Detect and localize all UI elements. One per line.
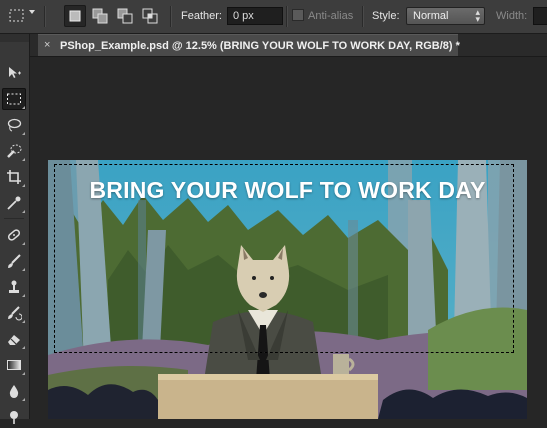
- feather-label: Feather:: [181, 10, 222, 22]
- eraser-tool[interactable]: [2, 328, 26, 350]
- tool-group-indicator: [22, 158, 25, 161]
- tool-group-indicator: [22, 132, 25, 135]
- tool-group-indicator: [22, 242, 25, 245]
- antialias-checkbox[interactable]: [292, 9, 304, 21]
- brush-icon: [8, 254, 21, 268]
- quick-selection-tool[interactable]: [2, 140, 26, 162]
- rectangular-marquee-tool[interactable]: [2, 88, 26, 110]
- marquee-preset-icon[interactable]: [8, 7, 26, 25]
- close-tab-icon[interactable]: ×: [44, 39, 50, 51]
- eyedropper-icon: [7, 196, 21, 210]
- spot-healing-icon: [7, 229, 21, 241]
- antialias-label: Anti-alias: [308, 10, 354, 22]
- tool-group-indicator: [22, 320, 25, 323]
- feather-input[interactable]: 0 px: [227, 7, 283, 25]
- brush-tool[interactable]: [2, 250, 26, 272]
- add-to-selection-button[interactable]: [89, 5, 111, 27]
- marquee-selection[interactable]: [54, 164, 514, 353]
- history-brush-icon: [8, 306, 22, 321]
- separator: [44, 6, 46, 27]
- crop-icon: [7, 170, 21, 184]
- tool-group-indicator: [22, 398, 25, 401]
- tools-panel-grip[interactable]: [0, 34, 29, 42]
- gradient-tool[interactable]: [2, 354, 26, 376]
- tool-preset-dropdown-icon[interactable]: [29, 10, 35, 14]
- lasso-icon: [7, 118, 22, 132]
- crop-tool[interactable]: [2, 166, 26, 188]
- new-selection-button[interactable]: [64, 5, 86, 27]
- quick-selection-icon: [7, 144, 22, 158]
- history-brush-tool[interactable]: [2, 302, 26, 324]
- separator: [286, 6, 288, 27]
- eraser-icon: [8, 335, 20, 345]
- tool-group-indicator: [22, 184, 25, 187]
- gradient-icon: [7, 360, 21, 370]
- options-bar: Feather: 0 px Anti-alias Style: Normal ▴…: [0, 0, 547, 34]
- document-tab-title: PShop_Example.psd @ 12.5% (BRING YOUR WO…: [60, 40, 460, 52]
- tool-group-indicator: [22, 294, 25, 297]
- blur-icon: [9, 385, 19, 398]
- clone-stamp-icon: [9, 280, 19, 293]
- width-input[interactable]: [533, 7, 547, 25]
- tool-group-indicator: [22, 106, 25, 109]
- tool-group-indicator: [22, 210, 25, 213]
- dodge-tool[interactable]: [2, 406, 26, 428]
- style-select-value: Normal: [413, 10, 449, 22]
- move-icon: [9, 67, 21, 78]
- document-tab[interactable]: × PShop_Example.psd @ 12.5% (BRING YOUR …: [38, 34, 460, 56]
- clone-stamp-tool[interactable]: [2, 276, 26, 298]
- blur-tool[interactable]: [2, 380, 26, 402]
- lasso-tool[interactable]: [2, 114, 26, 136]
- subtract-from-selection-button[interactable]: [114, 5, 136, 27]
- tool-group-indicator: [22, 346, 25, 349]
- dodge-icon: [10, 411, 18, 424]
- document-tab-bar: × PShop_Example.psd @ 12.5% (BRING YOUR …: [30, 34, 547, 57]
- tools-panel: [0, 34, 30, 424]
- toolbar-divider: [4, 218, 24, 219]
- move-tool[interactable]: [2, 62, 26, 84]
- rectangular-marquee-icon: [7, 93, 21, 105]
- style-select[interactable]: Normal ▴ ▾: [406, 7, 485, 25]
- separator: [170, 6, 172, 27]
- separator: [362, 6, 364, 27]
- select-arrows-icon: ▴ ▾: [475, 7, 480, 24]
- tool-group-indicator: [22, 268, 25, 271]
- tool-group-indicator: [22, 372, 25, 375]
- intersect-selection-button[interactable]: [139, 5, 161, 27]
- width-label: Width:: [496, 10, 528, 22]
- style-label: Style:: [372, 10, 400, 22]
- spot-healing-tool[interactable]: [2, 224, 26, 246]
- eyedropper-tool[interactable]: [2, 192, 26, 214]
